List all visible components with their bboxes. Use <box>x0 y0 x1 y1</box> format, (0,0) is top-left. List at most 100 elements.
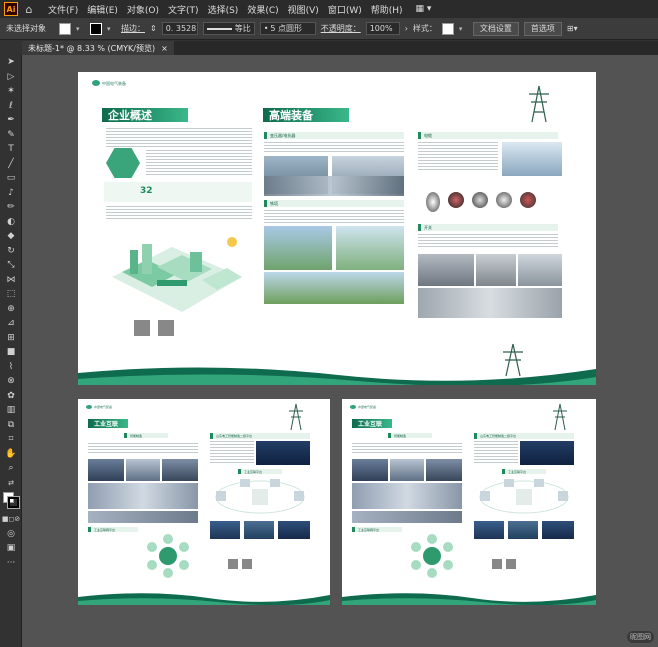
slice-tool-icon[interactable]: ⌗ <box>0 432 22 447</box>
switch-photo-3 <box>518 254 562 286</box>
tower-photo-3 <box>264 272 404 304</box>
close-icon[interactable]: × <box>161 44 168 53</box>
factory-photo-wide <box>88 483 198 509</box>
qr-code-1 <box>228 559 238 569</box>
rotate-tool-icon[interactable]: ↻ <box>0 244 22 259</box>
opacity-label[interactable]: 不透明度： <box>321 23 361 34</box>
shape-builder-tool-icon[interactable]: ⊕ <box>0 302 22 317</box>
direct-selection-tool-icon[interactable]: ▷ <box>0 70 22 85</box>
brush-select[interactable]: • 5 点圆形 <box>259 22 316 35</box>
gradient-tool-icon[interactable]: ■ <box>0 345 22 360</box>
stroke-swatch[interactable] <box>90 22 102 35</box>
document-setup-button[interactable]: 文档设置 <box>472 21 519 36</box>
fill-swatch[interactable] <box>59 22 71 35</box>
rectangle-tool-icon[interactable]: ▭ <box>0 171 22 186</box>
app-logo[interactable]: Ai <box>4 2 18 16</box>
bottom-wave-decoration <box>342 593 596 605</box>
factory-photo-1 <box>88 459 124 481</box>
fill-dropdown-icon[interactable]: ▾ <box>76 25 85 33</box>
brand-name: 中国电气装备 <box>94 405 113 409</box>
mesh-tool-icon[interactable]: ⊞ <box>0 331 22 346</box>
zoom-tool-icon[interactable]: ⌕ <box>0 461 22 476</box>
factory-photo-4 <box>352 511 462 523</box>
opacity-field[interactable]: 100% <box>365 22 400 35</box>
graph-tool-icon[interactable]: ▥ <box>0 403 22 418</box>
workspace-icon[interactable]: ▦ ▾ <box>416 4 432 14</box>
artboard-tool-icon[interactable]: ⧉ <box>0 418 22 433</box>
section-switch: 开关 <box>418 224 558 231</box>
magic-wand-tool-icon[interactable]: ✶ <box>0 84 22 99</box>
perspective-grid-tool-icon[interactable]: ⊿ <box>0 316 22 331</box>
color-mode-icon[interactable]: ■◻⊘ <box>0 512 22 527</box>
selection-status: 未选择对象 <box>6 24 46 33</box>
shaper-tool-icon[interactable]: ◐ <box>0 215 22 230</box>
qr-code-1 <box>134 320 150 336</box>
width-tool-icon[interactable]: ⋈ <box>0 273 22 288</box>
title-industrial-internet: 工业互联 <box>88 419 128 428</box>
stroke-color-swatch[interactable] <box>7 496 20 509</box>
bottom-wave-decoration <box>78 367 596 385</box>
more-tools-icon[interactable]: ··· <box>0 556 22 571</box>
dashboard-photo <box>256 441 310 465</box>
symbol-sprayer-tool-icon[interactable]: ✿ <box>0 389 22 404</box>
stroke-profile-select[interactable]: 等比 <box>202 22 255 35</box>
stroke-label[interactable]: 描边： <box>121 23 145 34</box>
brand-logo <box>86 405 92 409</box>
selection-tool-icon[interactable]: ➤ <box>0 55 22 70</box>
menu-help[interactable]: 帮助(H) <box>371 3 403 16</box>
platform-photo-2 <box>508 521 538 539</box>
menu-type[interactable]: 文字(T) <box>168 3 199 16</box>
eraser-tool-icon[interactable]: ◆ <box>0 229 22 244</box>
menu-view[interactable]: 视图(V) <box>288 3 319 16</box>
qr-code-1 <box>492 559 502 569</box>
artboard-industrial-internet-2[interactable]: 中国电气装备 工业互联 智能制造 工业互联网平台 山东电工智能制造二级平台 工业… <box>342 399 596 605</box>
lasso-tool-icon[interactable]: ℓ <box>0 99 22 114</box>
scale-tool-icon[interactable]: ⤡ <box>0 258 22 273</box>
blend-tool-icon[interactable]: ⊗ <box>0 374 22 389</box>
factory-photo-4 <box>88 511 198 523</box>
platform-circle-diagram <box>147 534 189 578</box>
hand-tool-icon[interactable]: ✋ <box>0 447 22 462</box>
menu-object[interactable]: 对象(O) <box>127 3 159 16</box>
line-tool-icon[interactable]: ╱ <box>0 157 22 172</box>
cable-sample-4 <box>496 192 512 208</box>
pen-tool-icon[interactable]: ✒ <box>0 113 22 128</box>
stroke-stepper-icon[interactable]: ⇕ <box>150 24 157 33</box>
swap-colors-icon[interactable]: ⇄ <box>0 476 22 491</box>
arrange-icon[interactable]: ⊞▾ <box>567 24 578 33</box>
curvature-tool-icon[interactable]: ✎ <box>0 128 22 143</box>
menu-window[interactable]: 窗口(W) <box>328 3 362 16</box>
tower-photo-1 <box>264 226 332 270</box>
brand-logo <box>350 405 356 409</box>
eyedropper-tool-icon[interactable]: ⌇ <box>0 360 22 375</box>
menu-file[interactable]: 文件(F) <box>48 3 78 16</box>
line-profile-icon <box>206 27 232 30</box>
canvas[interactable]: 中国电气装备 企业概述 高端装备 32 变压器/电抗器 铁塔 电缆 开关 中国电… <box>22 55 658 647</box>
stroke-dropdown-icon[interactable]: ▾ <box>107 25 116 33</box>
type-tool-icon[interactable]: T <box>0 142 22 157</box>
drawing-mode-icon[interactable]: ◎ <box>0 527 22 542</box>
overview-paragraph-3 <box>106 206 252 220</box>
menu-edit[interactable]: 编辑(E) <box>87 3 118 16</box>
screen-mode-icon[interactable]: ▣ <box>0 541 22 556</box>
opacity-dropdown-icon[interactable]: › <box>405 24 408 33</box>
section-transformer: 变压器/电抗器 <box>264 132 404 139</box>
document-tab[interactable]: 未标题-1* @ 8.33 % (CMYK/预览) × <box>22 41 174 55</box>
home-icon[interactable]: ⌂ <box>22 2 36 16</box>
artboard-main[interactable]: 中国电气装备 企业概述 高端装备 32 变压器/电抗器 铁塔 电缆 开关 <box>78 72 596 385</box>
section-smart-manufacturing: 智能制造 <box>124 433 168 438</box>
dashboard-photo <box>520 441 574 465</box>
menu-effect[interactable]: 效果(C) <box>247 3 278 16</box>
preferences-button[interactable]: 首选项 <box>523 21 562 36</box>
title-industrial-text: 工业互联 <box>358 421 383 428</box>
style-swatch[interactable] <box>441 22 454 35</box>
paintbrush-tool-icon[interactable]: ♪ <box>0 186 22 201</box>
fill-stroke-widget[interactable] <box>0 490 21 512</box>
stroke-weight-field[interactable]: 0. 3528 <box>161 22 198 35</box>
free-transform-tool-icon[interactable]: ⬚ <box>0 287 22 302</box>
style-dropdown-icon[interactable]: ▾ <box>459 25 468 33</box>
pencil-tool-icon[interactable]: ✏ <box>0 200 22 215</box>
artboard-industrial-internet-1[interactable]: 中国电气装备 工业互联 智能制造 工业互联网平台 山东电工智能制造二级平台 工业… <box>78 399 330 605</box>
menu-select[interactable]: 选择(S) <box>208 3 239 16</box>
platform-text <box>474 441 518 463</box>
